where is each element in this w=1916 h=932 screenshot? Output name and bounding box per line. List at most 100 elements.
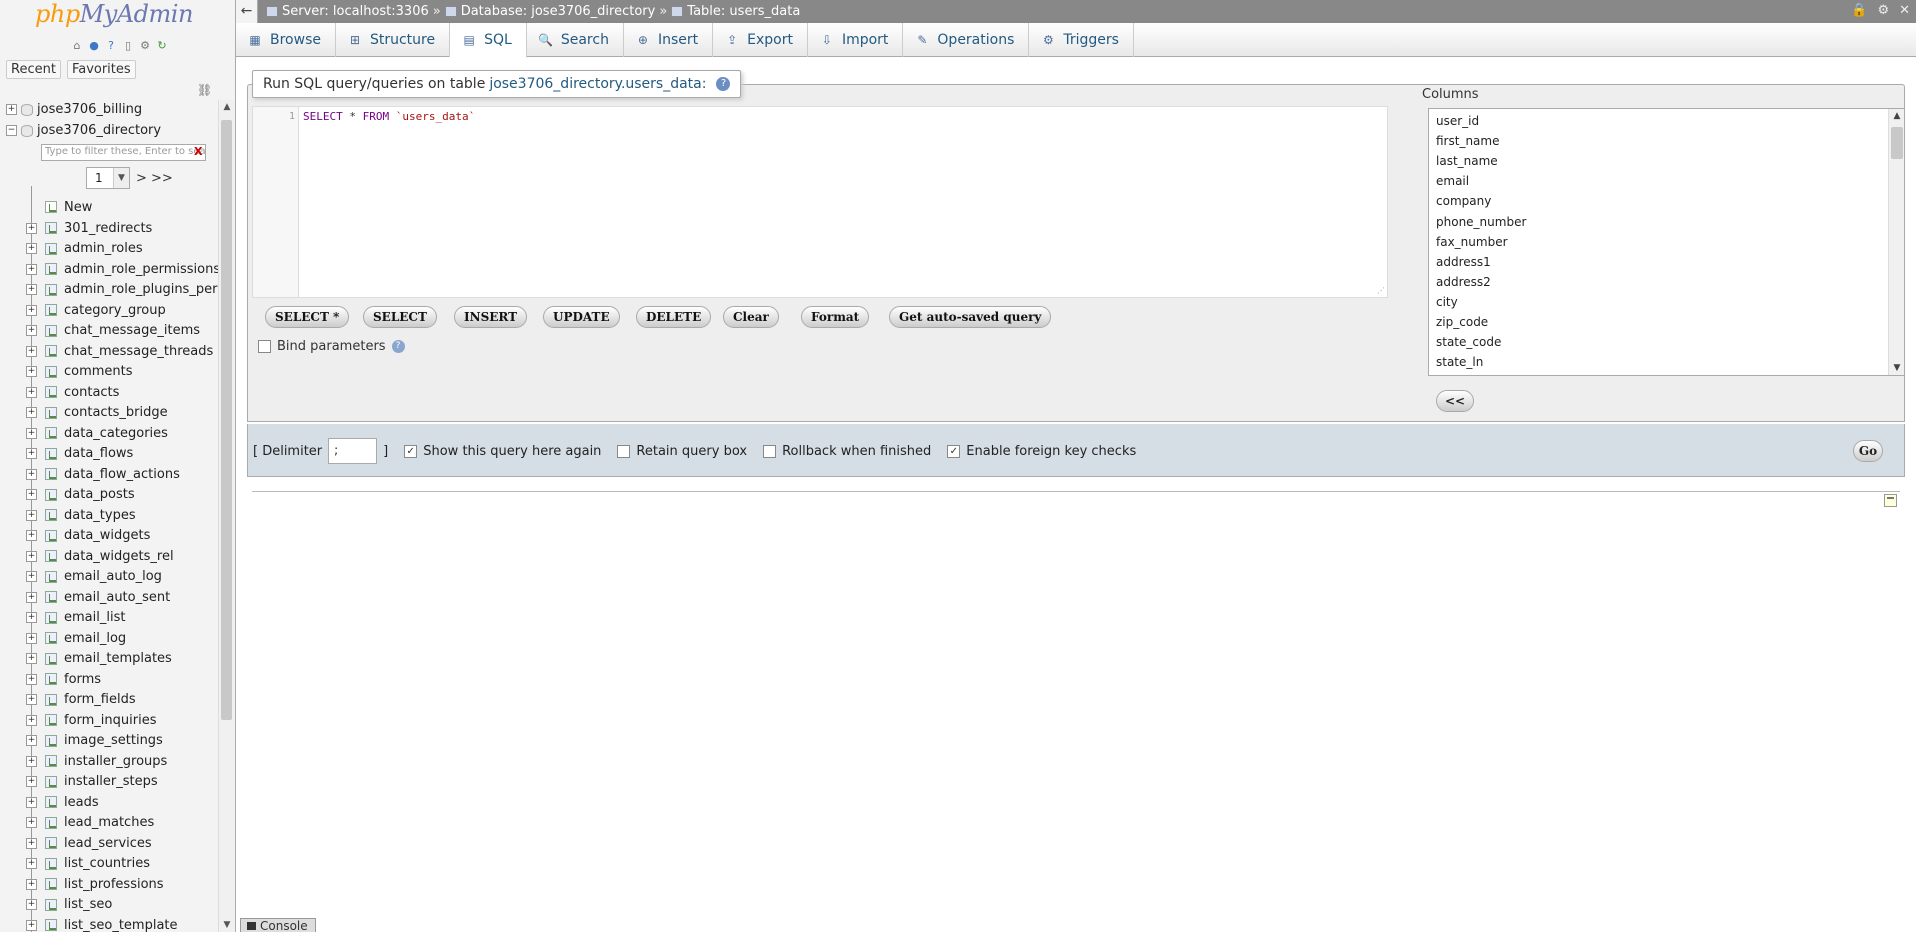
- collapse-icon[interactable]: −: [6, 125, 17, 136]
- column-option[interactable]: email: [1436, 174, 1469, 188]
- new-table-label[interactable]: New: [64, 200, 92, 215]
- nav-table-label[interactable]: email_auto_log: [64, 569, 162, 584]
- expand-icon[interactable]: +: [26, 714, 37, 726]
- expand-icon[interactable]: +: [26, 858, 37, 869]
- expand-icon[interactable]: +: [26, 222, 37, 234]
- scroll-up-icon[interactable]: ▲: [219, 100, 235, 114]
- expand-icon[interactable]: +: [26, 345, 37, 357]
- nav-table-label[interactable]: lead_matches: [64, 815, 154, 830]
- scroll-up-icon[interactable]: ▲: [1889, 109, 1904, 123]
- expand-icon[interactable]: +: [26, 468, 37, 480]
- sql-editor[interactable]: 1 SELECT * FROM `users_data` ⋰: [252, 106, 1388, 298]
- expand-icon[interactable]: +: [26, 386, 37, 398]
- phpmyadmin-logo[interactable]: phpMyAdmin: [35, 0, 193, 28]
- expand-icon[interactable]: +: [26, 509, 37, 521]
- logout-icon[interactable]: ●: [87, 38, 101, 52]
- home-icon[interactable]: ⌂: [70, 38, 84, 52]
- expand-icon[interactable]: +: [26, 837, 37, 849]
- nav-table-label[interactable]: installer_steps: [64, 774, 158, 789]
- nav-table-label[interactable]: leads: [64, 795, 99, 810]
- retain-box-checkbox[interactable]: [617, 444, 631, 458]
- breadcrumb-server[interactable]: Server: localhost:3306: [266, 4, 429, 19]
- expand-icon[interactable]: +: [26, 366, 37, 377]
- tab-structure[interactable]: ⊞ Structure: [336, 23, 451, 57]
- expand-icon[interactable]: +: [26, 612, 37, 623]
- nav-table-label[interactable]: data_categories: [64, 426, 168, 441]
- get-auto-saved-query-button[interactable]: Get auto-saved query: [889, 306, 1052, 328]
- column-option[interactable]: last_name: [1436, 154, 1498, 168]
- insert-button[interactable]: INSERT: [454, 306, 528, 328]
- column-option[interactable]: phone_number: [1436, 215, 1526, 229]
- resize-grip-icon[interactable]: ⋰: [1377, 286, 1385, 295]
- chevron-down-icon[interactable]: ▼: [113, 168, 129, 188]
- expand-icon[interactable]: +: [26, 796, 37, 808]
- back-icon[interactable]: ←: [236, 0, 258, 23]
- nav-table-label[interactable]: list_seo_template: [64, 918, 178, 932]
- column-option[interactable]: first_name: [1436, 134, 1499, 148]
- expand-icon[interactable]: +: [26, 694, 37, 705]
- nav-table-label[interactable]: contacts_bridge: [64, 405, 168, 420]
- tab-search[interactable]: 🔍 Search: [527, 23, 624, 57]
- nav-table-item[interactable]: + data_widgets: [0, 526, 218, 546]
- nav-table-item[interactable]: + list_seo_template: [0, 915, 218, 932]
- help-icon[interactable]: ?: [104, 38, 118, 52]
- reload-icon[interactable]: ↻: [155, 38, 169, 52]
- lock-icon[interactable]: 🔒: [1851, 3, 1867, 18]
- link-with-main-icon[interactable]: ⛓: [197, 83, 212, 97]
- nav-table-item[interactable]: + data_flows: [0, 444, 218, 464]
- nav-table-label[interactable]: admin_role_plugins_permis: [64, 282, 218, 297]
- recent-tab[interactable]: Recent: [6, 60, 61, 79]
- nav-table-item[interactable]: + contacts_bridge: [0, 403, 218, 423]
- nav-table-label[interactable]: forms: [64, 672, 101, 687]
- nav-table-item[interactable]: + forms: [0, 669, 218, 689]
- nav-table-item[interactable]: + lead_matches: [0, 813, 218, 833]
- column-option[interactable]: zip_code: [1436, 315, 1488, 329]
- nav-table-item[interactable]: + data_flow_actions: [0, 464, 218, 484]
- nav-table-item[interactable]: + chat_message_threads: [0, 341, 218, 361]
- nav-table-label[interactable]: 301_redirects: [64, 221, 152, 236]
- nav-table-item[interactable]: + category_group: [0, 300, 218, 320]
- column-option[interactable]: state_code: [1436, 335, 1501, 349]
- update-button[interactable]: UPDATE: [543, 306, 620, 328]
- expand-icon[interactable]: +: [26, 304, 37, 316]
- expand-icon[interactable]: +: [26, 776, 37, 787]
- clear-button[interactable]: Clear: [723, 306, 779, 328]
- nav-table-item[interactable]: + data_categories: [0, 423, 218, 443]
- expand-icon[interactable]: +: [26, 284, 37, 295]
- nav-table-item[interactable]: + admin_roles: [0, 239, 218, 259]
- nav-table-item[interactable]: + email_list: [0, 608, 218, 628]
- columns-listbox[interactable]: user_id first_name last_name email company ph…: [1428, 108, 1905, 376]
- expand-icon[interactable]: +: [26, 878, 37, 890]
- delete-button[interactable]: DELETE: [636, 306, 712, 328]
- fk-checks-label[interactable]: Enable foreign key checks: [966, 444, 1136, 459]
- nav-table-label[interactable]: admin_role_permissions: [64, 262, 218, 277]
- expand-icon[interactable]: +: [26, 448, 37, 459]
- format-button[interactable]: Format: [801, 306, 870, 328]
- column-option[interactable]: state_ln: [1436, 355, 1483, 369]
- nav-table-label[interactable]: form_fields: [64, 692, 136, 707]
- nav-table-item[interactable]: + comments: [0, 362, 218, 382]
- scroll-down-icon[interactable]: ▼: [1889, 361, 1904, 375]
- scroll-down-icon[interactable]: ▼: [219, 918, 235, 932]
- nav-table-label[interactable]: chat_message_threads: [64, 344, 213, 359]
- column-option[interactable]: fax_number: [1436, 235, 1508, 249]
- tab-triggers[interactable]: ⚙ Triggers: [1029, 23, 1134, 57]
- expand-icon[interactable]: +: [26, 755, 37, 767]
- nav-table-item[interactable]: + list_countries: [0, 854, 218, 874]
- nav-table-label[interactable]: list_seo: [64, 897, 112, 912]
- nav-table-item[interactable]: + lead_services: [0, 833, 218, 853]
- breadcrumb-database[interactable]: Database: jose3706_directory: [444, 4, 655, 19]
- expand-icon[interactable]: +: [26, 325, 37, 336]
- legend-table-link[interactable]: jose3706_directory.users_data:: [489, 76, 706, 92]
- nav-table-label[interactable]: category_group: [64, 303, 166, 318]
- nav-table-item[interactable]: + email_templates: [0, 649, 218, 669]
- tab-sql[interactable]: ▤ SQL: [450, 23, 527, 58]
- breadcrumb-table[interactable]: Table: users_data: [671, 4, 800, 19]
- column-option[interactable]: address2: [1436, 275, 1491, 289]
- nav-table-item[interactable]: + data_posts: [0, 485, 218, 505]
- column-option[interactable]: company: [1436, 194, 1491, 208]
- db-directory[interactable]: − jose3706_directory: [6, 123, 161, 138]
- expand-icon[interactable]: +: [26, 550, 37, 562]
- nav-table-item[interactable]: + leads: [0, 792, 218, 812]
- nav-table-label[interactable]: image_settings: [64, 733, 163, 748]
